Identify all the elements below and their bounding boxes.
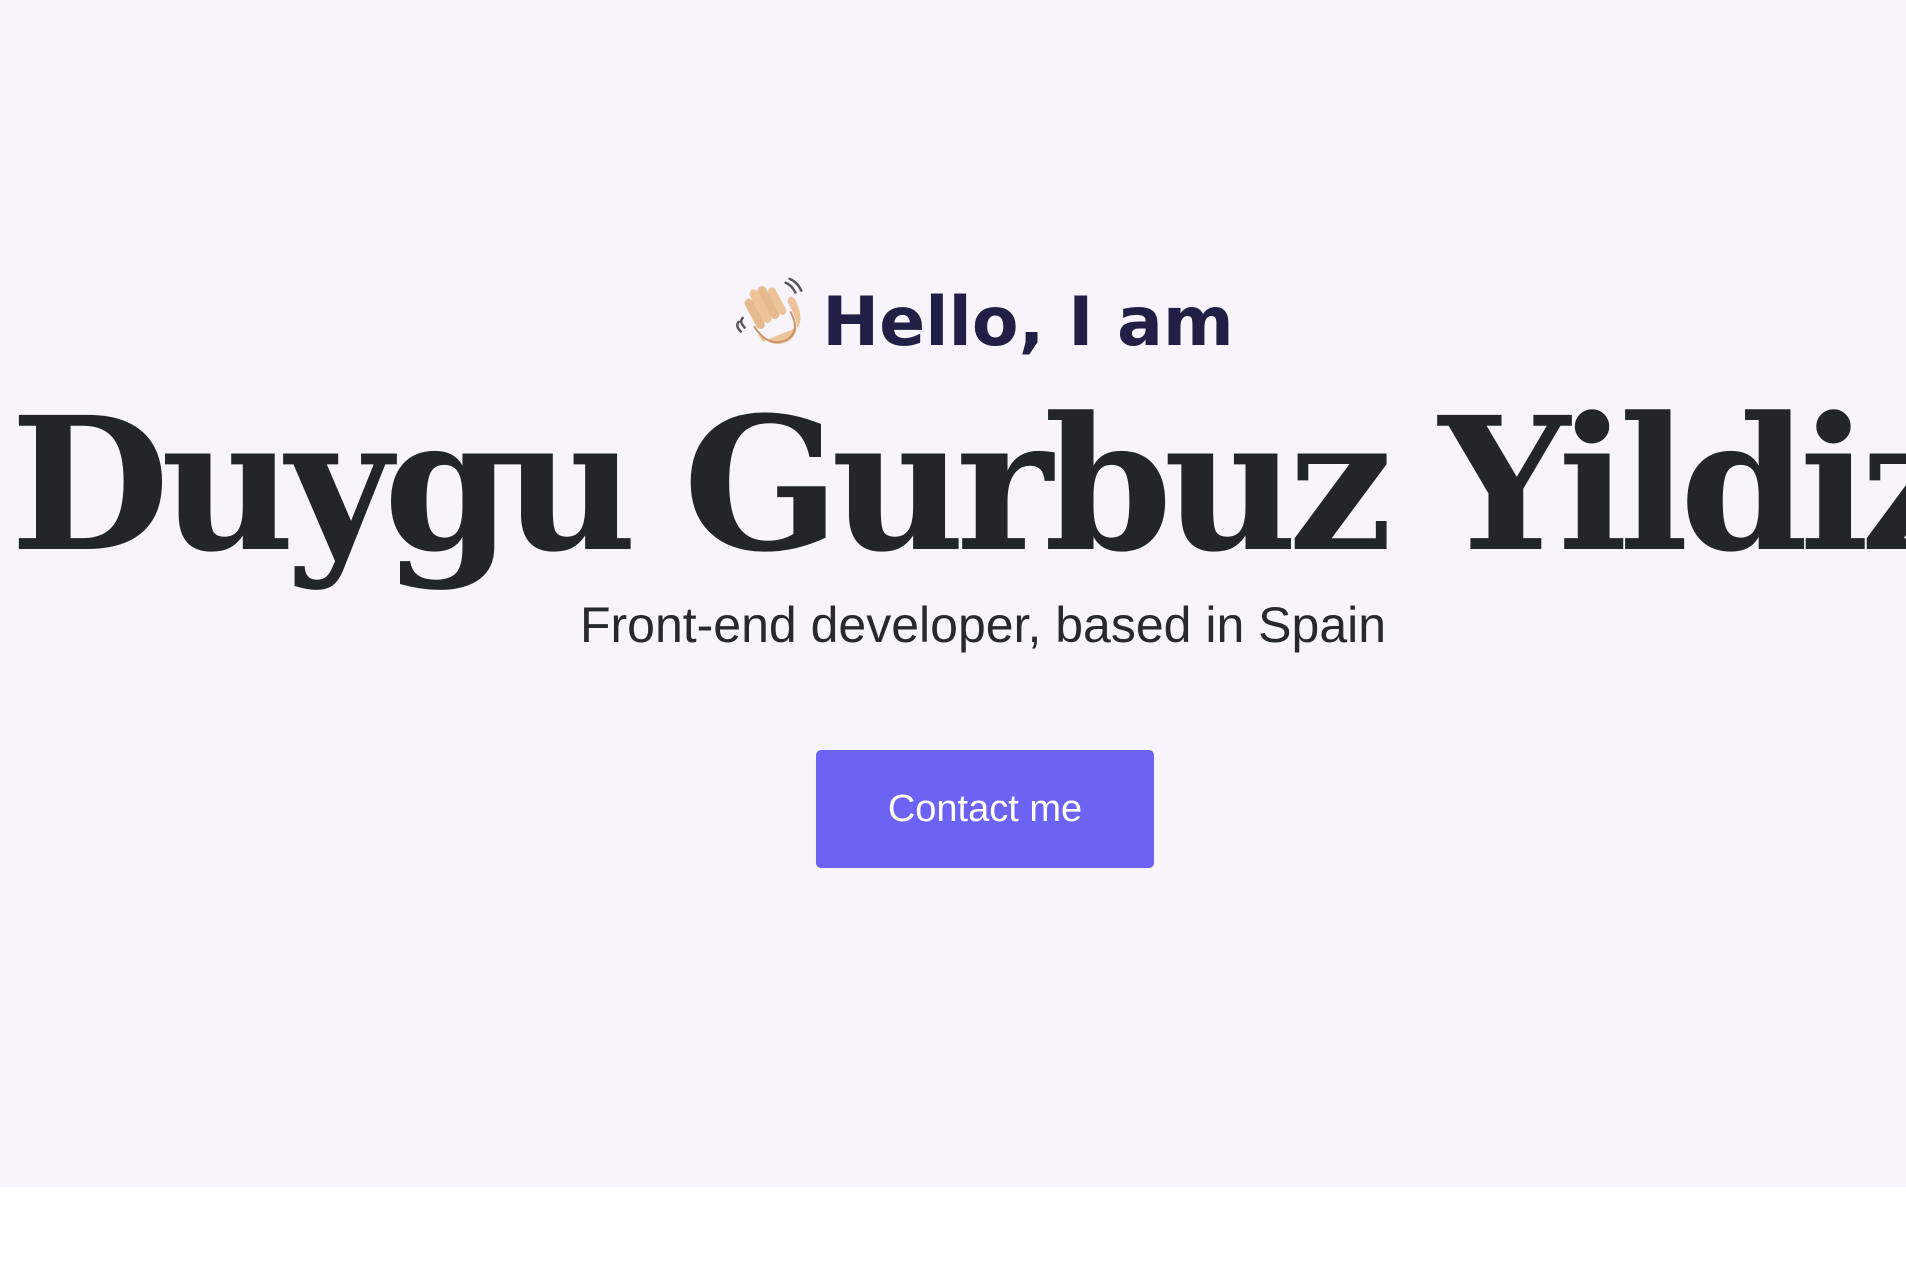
contact-me-label: Contact me — [887, 787, 1083, 830]
greeting-heading: Hello, I am — [0, 275, 1906, 368]
waving-hand-icon — [736, 277, 803, 345]
role-subtitle: Front-end developer, based in Spain — [579, 597, 1387, 653]
contact-me-button[interactable]: Contact me — [816, 750, 1154, 868]
hero-section: Hello, I am Duygu Gurbuz Yildiz Front-en… — [0, 0, 1906, 1187]
developer-name: Duygu Gurbuz Yildiz — [10, 377, 1906, 593]
greeting-text: Hello, I am — [822, 283, 1234, 362]
